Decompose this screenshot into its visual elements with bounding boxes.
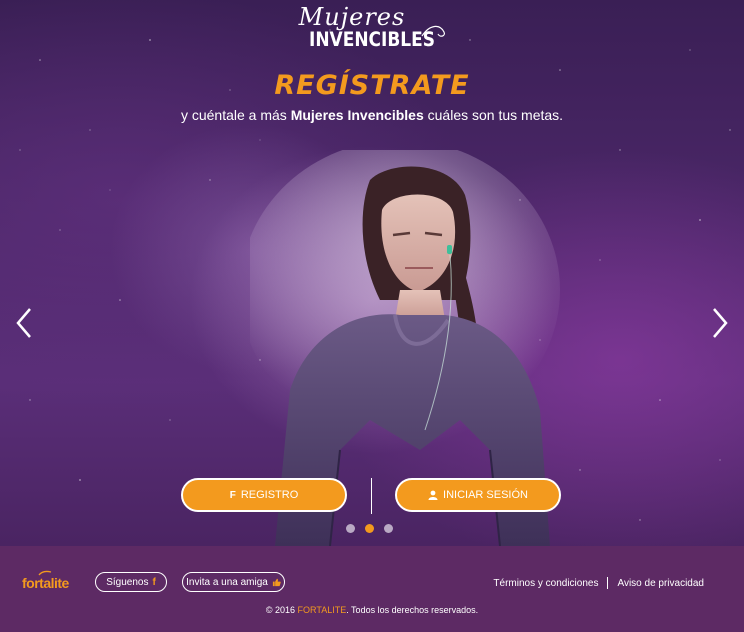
logo-main-text: INVENCIBLES bbox=[309, 28, 435, 52]
footer-link-separator bbox=[607, 577, 609, 589]
carousel-prev-arrow-icon[interactable] bbox=[12, 305, 36, 341]
cta-button-row: f REGISTRO INICIAR SESIÓN bbox=[0, 478, 744, 514]
terms-link[interactable]: Términos y condiciones bbox=[493, 578, 598, 589]
login-button-label: INICIAR SESIÓN bbox=[443, 489, 528, 501]
thumbs-up-icon bbox=[272, 578, 281, 586]
carousel-dot-2[interactable] bbox=[365, 524, 374, 533]
register-button[interactable]: f REGISTRO bbox=[181, 478, 347, 512]
follow-us-button[interactable]: Síguenos f bbox=[95, 572, 167, 592]
logo-script-text: Mujeres bbox=[298, 3, 406, 31]
invite-friend-label: Invita a una amiga bbox=[186, 576, 268, 588]
carousel-dots bbox=[346, 524, 398, 534]
privacy-link[interactable]: Aviso de privacidad bbox=[617, 578, 704, 589]
logo-swirl-icon bbox=[421, 25, 445, 37]
cta-divider bbox=[371, 478, 372, 514]
facebook-icon: f bbox=[229, 489, 236, 501]
user-icon bbox=[428, 490, 438, 500]
carousel-next-arrow-icon[interactable] bbox=[708, 305, 732, 341]
register-title: REGÍSTRATE bbox=[274, 70, 470, 101]
carousel-dot-1[interactable] bbox=[346, 524, 355, 533]
facebook-icon: f bbox=[152, 576, 156, 588]
copyright-text: © 2016 FORTALITE. Todos los derechos res… bbox=[265, 605, 479, 615]
fortalite-logo[interactable]: fortalite bbox=[22, 575, 69, 591]
register-button-label: REGISTRO bbox=[240, 489, 299, 501]
login-button[interactable]: INICIAR SESIÓN bbox=[395, 478, 561, 512]
hero-subtitle: y cuéntale a más Mujeres Invencibles cuá… bbox=[180, 107, 564, 123]
carousel-dot-3[interactable] bbox=[384, 524, 393, 533]
follow-us-label: Síguenos bbox=[106, 576, 149, 588]
mujeres-invencibles-logo: Mujeres INVENCIBLES bbox=[0, 3, 744, 52]
footer-links: Términos y condiciones Aviso de privacid… bbox=[493, 577, 704, 589]
site-footer: fortalite Síguenos f Invita a una amiga … bbox=[0, 546, 744, 632]
copyright-brand: FORTALITE bbox=[297, 605, 347, 615]
hero-banner: Mujeres INVENCIBLES REGÍSTRATE y cuéntal… bbox=[0, 0, 744, 546]
fortalite-swoosh-icon bbox=[38, 570, 52, 576]
invite-friend-button[interactable]: Invita a una amiga bbox=[182, 572, 285, 592]
